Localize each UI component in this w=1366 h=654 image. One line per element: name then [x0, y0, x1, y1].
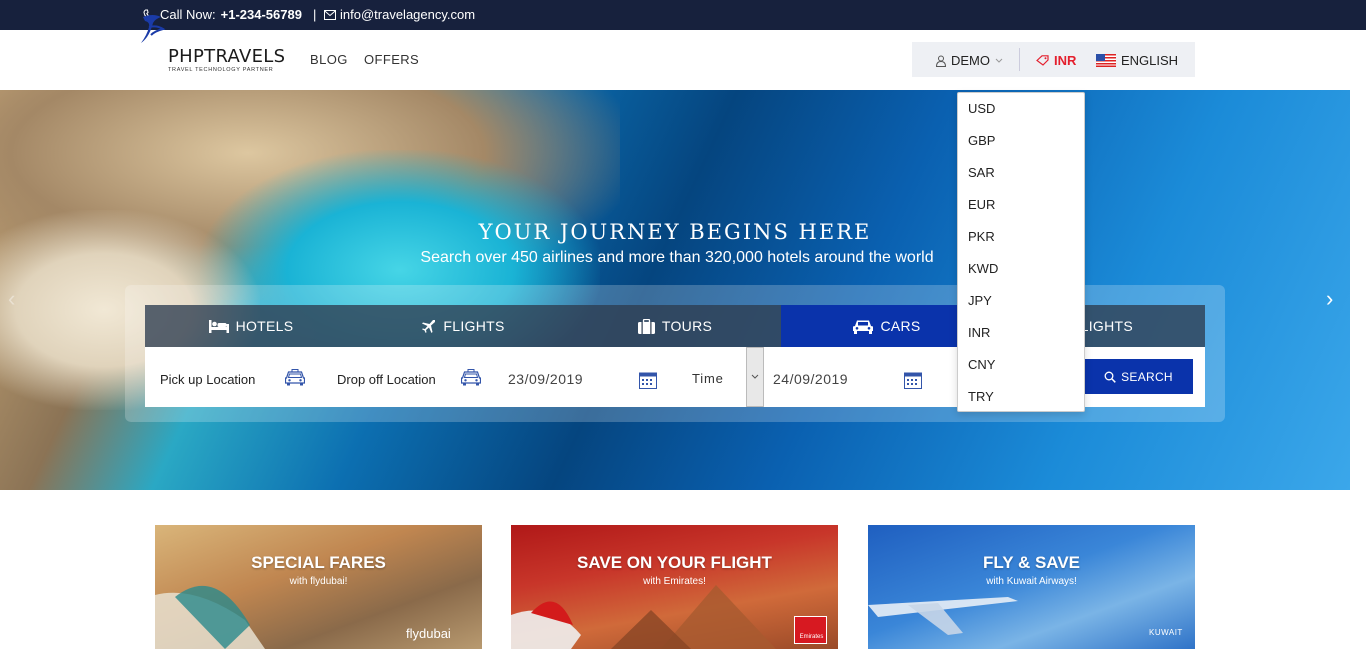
pyramids-image	[511, 585, 776, 649]
time-select-arrow[interactable]	[746, 347, 764, 407]
tag-icon	[1036, 55, 1049, 66]
offer-subtitle: with flydubai!	[289, 576, 348, 587]
tab-label: HOTELS	[235, 318, 294, 334]
user-icon	[936, 55, 946, 67]
offer-banner-flydubai[interactable]: SPECIAL FARES with flydubai! flydubai	[155, 525, 482, 649]
calendar-icon[interactable]	[639, 371, 657, 394]
pickup-location-field[interactable]: Pick up Location	[160, 372, 255, 387]
offer-banner-emirates[interactable]: SAVE ON YOUR FLIGHT with Emirates! Emira…	[511, 525, 838, 649]
search-button[interactable]: SEARCH	[1084, 359, 1193, 394]
plane-icon	[421, 319, 436, 334]
search-button-label: SEARCH	[1121, 369, 1173, 384]
nav-tools: DEMO INR ENGLISH	[912, 42, 1195, 77]
tab-tours[interactable]: TOURS	[569, 305, 781, 347]
nav-link-blog[interactable]: BLOG	[310, 52, 348, 67]
currency-option-inr[interactable]: INR	[968, 325, 990, 340]
currency-option-jpy[interactable]: JPY	[968, 293, 992, 308]
offer-title: SPECIAL FARES	[251, 553, 386, 572]
currency-dropdown[interactable]: INR	[1036, 53, 1076, 68]
topbar-separator: |	[313, 7, 317, 22]
envelope-icon	[324, 9, 336, 20]
offer-title: SAVE ON YOUR FLIGHT	[577, 553, 772, 572]
currency-label: INR	[1054, 53, 1077, 68]
bed-icon	[208, 319, 229, 333]
search-icon	[1104, 371, 1116, 383]
currency-option-cny[interactable]: CNY	[968, 357, 995, 372]
time-select[interactable]: Time	[692, 371, 724, 386]
brand-tagline: TRAVEL TECHNOLOGY PARTNER	[168, 67, 274, 73]
kuwait-airways-logo: KUWAIT	[1149, 628, 1183, 637]
language-dropdown[interactable]: ENGLISH	[1096, 53, 1178, 68]
offer-title: FLY & SAVE	[983, 553, 1080, 572]
hero-title: YOUR JOURNEY BEGINS HERE	[478, 220, 872, 244]
chevron-down-icon	[995, 58, 1003, 64]
currency-option-try[interactable]: TRY	[968, 389, 994, 404]
logo-mark-icon	[141, 15, 166, 43]
currency-option-gbp[interactable]: GBP	[968, 133, 995, 148]
slider-prev-icon[interactable]: ‹	[8, 286, 15, 312]
navtools-divider	[1019, 48, 1020, 71]
car-icon	[853, 319, 874, 334]
suitcase-icon	[637, 318, 655, 334]
emirates-logo-text: Emirates	[799, 634, 824, 640]
emirates-logo: Emirates	[794, 616, 827, 644]
tab-flights[interactable]: FLIGHTS	[357, 305, 569, 347]
tab-hotels[interactable]: HOTELS	[145, 305, 357, 347]
language-label: ENGLISH	[1121, 53, 1179, 68]
chevron-down-icon	[751, 374, 759, 379]
calendar-icon[interactable]	[904, 371, 922, 394]
slider-next-icon[interactable]: ›	[1326, 286, 1333, 312]
flydubai-logo: flydubai	[406, 626, 451, 641]
currency-option-sar[interactable]: SAR	[968, 165, 995, 180]
dropoff-location-field[interactable]: Drop off Location	[337, 372, 436, 387]
brand-logo[interactable]	[139, 13, 289, 47]
taxi-icon	[284, 369, 306, 391]
us-flag-icon	[1096, 54, 1116, 67]
offer-banner-kuwait[interactable]: FLY & SAVE with Kuwait Airways! KUWAIT	[868, 525, 1195, 649]
account-dropdown[interactable]: DEMO	[936, 53, 1003, 68]
tab-label: CARS	[880, 318, 921, 334]
currency-option-kwd[interactable]: KWD	[968, 261, 998, 276]
brand-name[interactable]: PHPTRAVELS	[168, 46, 285, 67]
offer-subtitle: with Emirates!	[643, 576, 706, 587]
currency-option-usd[interactable]: USD	[968, 101, 995, 116]
dropoff-date-input[interactable]: 24/09/2019	[773, 371, 848, 387]
account-label: DEMO	[951, 53, 990, 68]
offer-subtitle: with Kuwait Airways!	[986, 576, 1077, 587]
pickup-date-input[interactable]: 23/09/2019	[508, 371, 583, 387]
hero-subtitle: Search over 450 airlines and more than 3…	[420, 249, 934, 266]
airplane-image	[868, 597, 1018, 635]
currency-menu: USD GBP SAR EUR PKR KWD JPY INR CNY TRY	[957, 92, 1085, 412]
nav-link-offers[interactable]: OFFERS	[364, 52, 419, 67]
tab-label: TOURS	[661, 318, 713, 334]
tab-label: LIGHTS	[1080, 318, 1133, 334]
currency-option-eur[interactable]: EUR	[968, 197, 995, 212]
email-address[interactable]: info@travelagency.com	[340, 7, 475, 22]
currency-option-pkr[interactable]: PKR	[968, 229, 995, 244]
email-info[interactable]: info@travelagency.com	[324, 7, 475, 22]
tab-label: FLIGHTS	[443, 318, 505, 334]
taxi-icon	[460, 369, 482, 391]
